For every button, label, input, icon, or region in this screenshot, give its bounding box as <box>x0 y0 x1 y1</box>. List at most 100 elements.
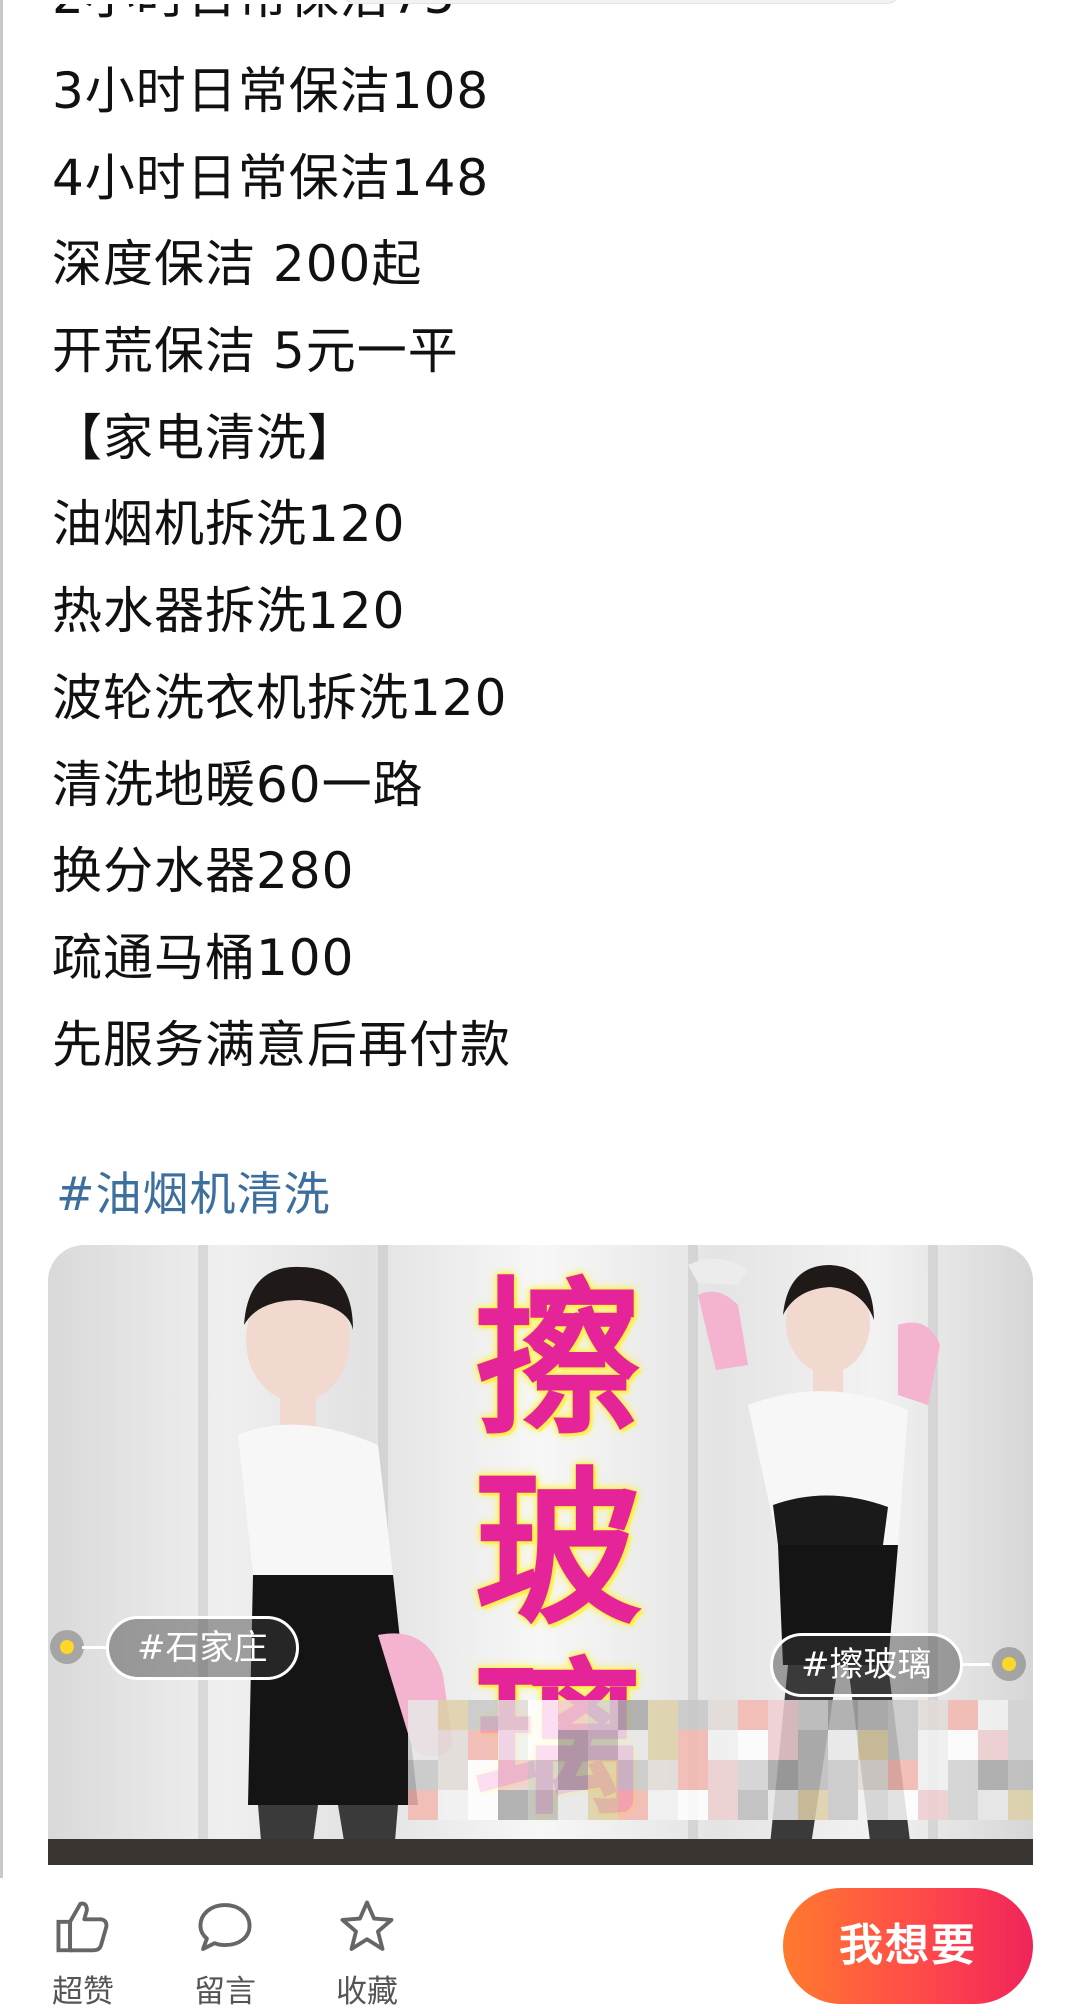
pixelation-cell <box>798 1730 828 1760</box>
pixelation-cell <box>888 1730 918 1760</box>
pixelation-cell <box>948 1760 978 1790</box>
pixelation-cell <box>1008 1760 1033 1790</box>
listing-photo[interactable]: 擦 玻 璃 #石家庄 #擦玻璃 <box>48 1245 1033 1865</box>
pixelation-cell <box>828 1730 858 1760</box>
description-line: 疏通马桶100 <box>52 928 355 987</box>
favorite-label: 收藏 <box>336 1974 398 2010</box>
description-line: 深度保洁 200起 <box>52 235 423 294</box>
favorite-button[interactable]: 收藏 <box>322 1896 412 2011</box>
left-edge-border <box>0 0 3 2014</box>
pixelation-cell <box>768 1760 798 1790</box>
photo-tag-location[interactable]: #石家庄 <box>106 1616 299 1680</box>
star-icon <box>340 1900 394 1951</box>
pixelation-cell <box>978 1700 1008 1730</box>
pixelation-cell <box>468 1790 498 1820</box>
speech-bubble-icon <box>198 1903 252 1951</box>
pixelation-cell <box>558 1730 588 1760</box>
pixelation-cell <box>768 1730 798 1760</box>
pixelation-cell <box>888 1760 918 1790</box>
description-line: 油烟机拆洗120 <box>52 495 406 554</box>
pixelation-cell <box>678 1790 708 1820</box>
pixelation-cell <box>618 1790 648 1820</box>
pixelation-cell <box>498 1700 528 1730</box>
pixelation-cell <box>858 1790 888 1820</box>
pixelation-cell <box>768 1700 798 1730</box>
pixelation-cell <box>708 1700 738 1730</box>
pixelation-cell <box>528 1730 558 1760</box>
pixelation-cell <box>468 1730 498 1760</box>
topic-hashtag-link[interactable]: #油烟机清洗 <box>56 1158 331 1224</box>
pixelation-cell <box>408 1730 438 1760</box>
pixelation-cell <box>558 1790 588 1820</box>
pixelation-cell <box>1008 1730 1033 1760</box>
pixelation-cell <box>528 1760 558 1790</box>
pixelation-cell <box>558 1700 588 1730</box>
pixelation-cell <box>618 1700 648 1730</box>
like-label: 超赞 <box>52 1974 114 2010</box>
pixelation-cell <box>558 1760 588 1790</box>
pixelation-cell <box>618 1760 648 1790</box>
pixelation-cell <box>888 1700 918 1730</box>
pixelation-cell <box>498 1730 528 1760</box>
pixelation-cell <box>498 1790 528 1820</box>
description-line: 先服务满意后再付款 <box>52 1015 511 1074</box>
pixelation-cell <box>618 1730 648 1760</box>
pixelation-cell <box>1008 1700 1033 1730</box>
pixelation-cell <box>918 1700 948 1730</box>
pixelation-cell <box>798 1700 828 1730</box>
pixelation-cell <box>678 1700 708 1730</box>
description-line: 【家电清洗】 <box>52 408 358 467</box>
pixelation-cell <box>948 1790 978 1820</box>
photo-bottom-strip <box>48 1839 1033 1865</box>
pixelation-cell <box>438 1760 468 1790</box>
tag-connector-line <box>960 1663 990 1666</box>
pixelation-cell <box>468 1700 498 1730</box>
like-button[interactable]: 超赞 <box>38 1896 128 2011</box>
pixelation-cell <box>738 1700 768 1730</box>
pixelation-cell <box>648 1790 678 1820</box>
pixelation-cell <box>588 1760 618 1790</box>
pixelated-watermark <box>408 1700 1033 1820</box>
tag-connector-line <box>82 1646 107 1649</box>
overlay-text-char: 擦 <box>474 1260 642 1458</box>
pixelation-cell <box>738 1760 768 1790</box>
pixelation-cell <box>798 1790 828 1820</box>
comment-button[interactable]: 留言 <box>180 1896 270 2011</box>
description-line: 开荒保洁 5元一平 <box>52 322 459 381</box>
pixelation-cell <box>918 1790 948 1820</box>
pixelation-cell <box>738 1730 768 1760</box>
pixelation-cell <box>978 1730 1008 1760</box>
pixelation-cell <box>978 1760 1008 1790</box>
pixelation-cell <box>528 1700 558 1730</box>
pixelation-cell <box>468 1760 498 1790</box>
pixelation-cell <box>438 1790 468 1820</box>
tag-anchor-dot <box>50 1630 84 1664</box>
pixelation-cell <box>528 1790 558 1820</box>
pixelation-cell <box>708 1730 738 1760</box>
description-line: 3小时日常保洁108 <box>52 62 490 120</box>
pixelation-cell <box>858 1700 888 1730</box>
photo-tag-topic[interactable]: #擦玻璃 <box>770 1633 963 1697</box>
want-button[interactable]: 我想要 <box>783 1888 1033 2004</box>
pixelation-cell <box>678 1730 708 1760</box>
pixelation-cell <box>708 1790 738 1820</box>
listing-description: 2小时日常保洁75 3小时日常保洁108 4小时日常保洁148 深度保洁 200… <box>52 4 1032 1088</box>
pixelation-cell <box>648 1700 678 1730</box>
pixelation-cell <box>798 1760 828 1790</box>
pixelation-cell <box>768 1790 798 1820</box>
overlay-text-char: 玻 <box>474 1450 642 1648</box>
tag-anchor-dot <box>992 1647 1026 1681</box>
pixelation-cell <box>588 1730 618 1760</box>
pixelation-cell <box>948 1730 978 1760</box>
pixelation-cell <box>738 1790 768 1820</box>
pixelation-cell <box>648 1730 678 1760</box>
pixelation-cell <box>408 1700 438 1730</box>
pixelation-cell <box>828 1760 858 1790</box>
description-line: 清洗地暖60一路 <box>52 755 424 814</box>
pixelation-cell <box>858 1730 888 1760</box>
description-line: 波轮洗衣机拆洗120 <box>52 668 508 727</box>
pixelation-cell <box>438 1730 468 1760</box>
pixelation-cell <box>708 1760 738 1790</box>
description-line: 2小时日常保洁75 <box>52 4 1032 48</box>
description-line: 4小时日常保洁148 <box>52 148 490 207</box>
